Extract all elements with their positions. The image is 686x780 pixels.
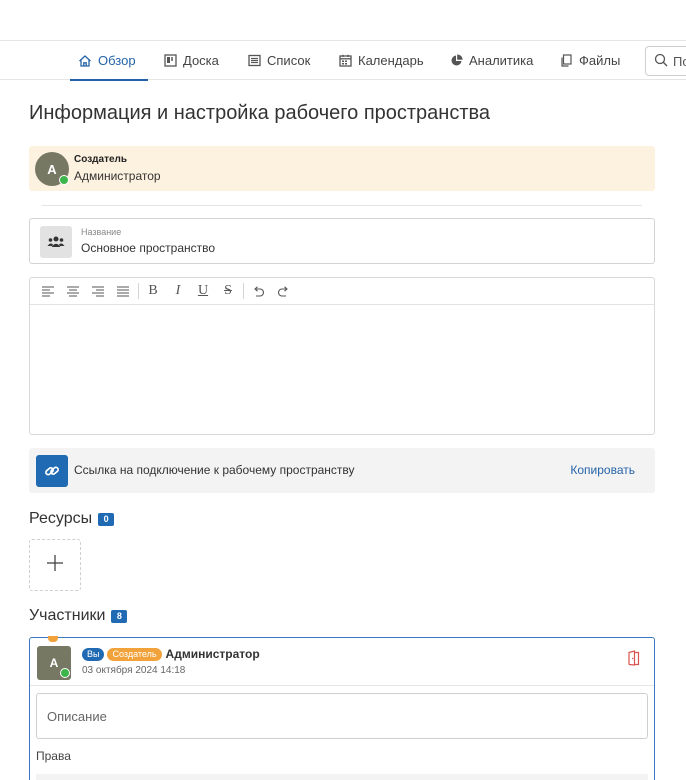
add-resource-button[interactable] [29, 539, 81, 591]
files-icon [559, 54, 573, 68]
italic-icon[interactable]: I [168, 281, 188, 301]
link-icon [36, 455, 68, 487]
field-label: Название [81, 227, 122, 237]
align-left-icon[interactable] [38, 281, 58, 301]
tab-list[interactable]: Список [247, 41, 310, 80]
divider [30, 685, 654, 686]
tab-label: Файлы [579, 53, 621, 68]
owner-marker [48, 636, 58, 642]
creator-info: A Создатель Администратор [29, 146, 655, 191]
align-justify-icon[interactable] [113, 281, 133, 301]
online-status-icon [60, 668, 70, 678]
resources-count-badge: 0 [98, 512, 115, 526]
tab-overview[interactable]: Обзор [70, 41, 148, 81]
list-icon [247, 54, 261, 68]
toolbar-separator [138, 283, 139, 299]
tab-analytics[interactable]: Аналитика [449, 41, 533, 80]
editor-content[interactable] [30, 305, 654, 434]
creator-label: Создатель [74, 154, 128, 165]
pie-chart-icon [449, 54, 463, 68]
avatar-letter: A [47, 161, 57, 177]
calendar-icon [338, 54, 352, 68]
invite-link-box: Ссылка на подключение к рабочему простра… [29, 448, 655, 493]
underline-icon[interactable]: U [193, 281, 213, 301]
undo-icon[interactable] [248, 281, 268, 301]
search-input[interactable]: По [645, 46, 686, 76]
member-description-input[interactable] [36, 693, 648, 739]
member-joined-date: 03 октября 2024 14:18 [82, 665, 186, 676]
home-icon [78, 54, 92, 68]
divider [42, 205, 642, 206]
toolbar-separator [243, 283, 244, 299]
workspace-name-field[interactable]: Название Основное пространство [29, 218, 655, 264]
members-title: Участники [29, 607, 106, 624]
tab-calendar[interactable]: Календарь [338, 41, 424, 80]
group-icon [40, 226, 72, 258]
search-placeholder: По [673, 53, 686, 69]
editor-toolbar: B I U S [30, 278, 654, 305]
you-badge: Вы [82, 647, 105, 661]
member-header: Вы Создатель Администратор [82, 647, 260, 661]
resources-title: Ресурсы [29, 510, 93, 527]
page-title: Информация и настройка рабочего простран… [29, 102, 491, 124]
tab-board[interactable]: Доска [163, 41, 219, 80]
resources-header: Ресурсы 0 [29, 510, 115, 528]
tab-label: Аналитика [469, 53, 534, 68]
bold-icon[interactable]: B [143, 281, 163, 301]
invite-link-text: Ссылка на подключение к рабочему простра… [74, 463, 355, 477]
description-editor: B I U S [29, 277, 655, 435]
redo-icon[interactable] [273, 281, 293, 301]
field-value: Основное пространство [81, 241, 216, 255]
members-header: Участники 8 [29, 607, 128, 625]
align-center-icon[interactable] [63, 281, 83, 301]
copy-link-button[interactable]: Копировать [570, 463, 635, 477]
rights-label: Права [36, 749, 71, 763]
tab-label: Доска [183, 53, 219, 68]
member-card: A Вы Создатель Администратор 03 октября … [29, 636, 655, 780]
tab-files[interactable]: Файлы [559, 41, 620, 80]
leave-icon[interactable] [626, 650, 642, 666]
tab-label: Обзор [98, 53, 136, 68]
creator-name: Администратор [74, 169, 161, 183]
align-right-icon[interactable] [88, 281, 108, 301]
tab-label: Календарь [358, 53, 424, 68]
avatar-letter: A [49, 656, 59, 670]
online-status-icon [59, 175, 69, 185]
member-name: Администратор [165, 647, 260, 661]
members-count-badge: 8 [111, 609, 128, 623]
creator-role-badge: Создатель [107, 647, 162, 661]
strikethrough-icon[interactable]: S [218, 281, 238, 301]
workspace-nav: Обзор Доска Список Календарь Аналитика Ф… [0, 40, 686, 81]
tab-label: Список [267, 53, 311, 68]
rights-select[interactable] [36, 774, 648, 780]
board-icon [163, 54, 177, 68]
search-icon [654, 53, 668, 70]
plus-icon [46, 554, 64, 577]
